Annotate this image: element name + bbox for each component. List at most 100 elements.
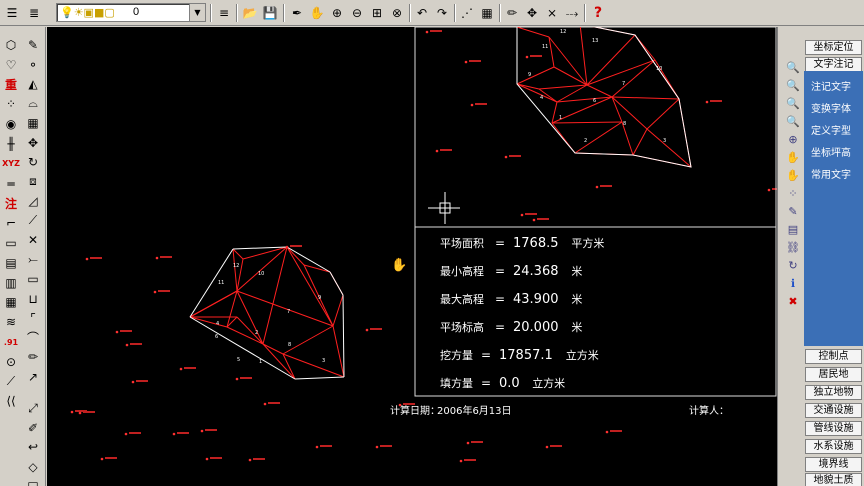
snap-icon[interactable]: ⋰	[457, 3, 477, 23]
tag-icon[interactable]: ⬡	[1, 35, 21, 55]
detail-triangulation-edge	[586, 84, 613, 98]
edit-icon[interactable]: ✎	[785, 203, 801, 219]
draw-line-icon[interactable]: ⟋	[23, 211, 43, 231]
point-icon[interactable]: ◉	[1, 114, 21, 134]
pan-icon[interactable]: ✋	[307, 3, 327, 23]
arrow-line-icon[interactable]: ↗	[23, 367, 43, 387]
stair-icon[interactable]: ▦	[1, 292, 21, 312]
zoom-all-icon[interactable]: ⊗	[387, 3, 407, 23]
layers-icon[interactable]: ☰	[2, 3, 22, 23]
zoom-icon[interactable]: ⊕	[785, 131, 801, 147]
slope-icon[interactable]: ⟋	[1, 372, 21, 392]
arch-icon[interactable]: ⌓	[23, 94, 43, 114]
heavy-label-icon[interactable]: 重	[1, 75, 21, 95]
vertical-scrollbar[interactable]	[777, 27, 782, 486]
search-icon[interactable]: 🔍	[785, 113, 801, 129]
open-icon[interactable]: 📂	[240, 3, 260, 23]
box-icon[interactable]: ▭	[23, 269, 43, 289]
scale-icon[interactable]: ⧈	[23, 172, 43, 192]
list-item-define-style[interactable]: 定义字型	[811, 126, 851, 138]
category-pipeline[interactable]: 管线设施	[805, 421, 862, 436]
fence-icon[interactable]: ▤	[1, 253, 21, 273]
category-boundary[interactable]: 境界线	[805, 457, 862, 472]
zoom-window-icon[interactable]: ⊞	[367, 3, 387, 23]
menu-icon[interactable]: ≡	[214, 3, 234, 23]
category-transportation[interactable]: 交通设施	[805, 403, 862, 418]
category-control-point[interactable]: 控制点	[805, 349, 862, 364]
chevron-down-icon[interactable]: ▼	[189, 4, 205, 21]
tray-icon[interactable]: ⊔	[23, 289, 43, 309]
arrow-double-icon[interactable]: ⤢	[23, 398, 43, 418]
ruler-icon[interactable]: ✐	[23, 418, 43, 438]
search-icon[interactable]: 🔍	[785, 95, 801, 111]
arc-icon[interactable]: ⌒	[23, 328, 43, 348]
brush-icon[interactable]: ✎	[23, 35, 43, 55]
grid-icon[interactable]: ▦	[477, 3, 497, 23]
search-icon[interactable]: 🔍	[785, 77, 801, 93]
rect-icon[interactable]: ▭	[1, 233, 21, 253]
result-unit: 米	[571, 265, 582, 278]
dots-icon[interactable]: ⁘	[1, 94, 21, 114]
road-icon[interactable]: ≋	[1, 312, 21, 332]
list-item-annotate-text[interactable]: 注记文字	[811, 82, 851, 94]
ladder-icon[interactable]: ╫	[1, 134, 21, 154]
move-icon[interactable]: ✥	[522, 3, 542, 23]
pencil-icon[interactable]: ✏	[23, 347, 43, 367]
category-independent-feature[interactable]: 独立地物	[805, 385, 862, 400]
save-icon[interactable]: 💾	[260, 3, 280, 23]
skew-icon[interactable]: ◿	[23, 191, 43, 211]
line-icon[interactable]: ═	[1, 174, 21, 194]
zoom-in-icon[interactable]: ⊕	[327, 3, 347, 23]
undo-icon[interactable]: ↶	[412, 3, 432, 23]
category-water-system[interactable]: 水系设施	[805, 439, 862, 454]
elevation-point	[365, 328, 369, 332]
link-icon[interactable]: ⛓	[785, 239, 801, 255]
corner-icon[interactable]: ⌐	[1, 213, 21, 233]
square-icon[interactable]: □	[23, 476, 43, 486]
list-item-change-font[interactable]: 变换字体	[811, 104, 851, 116]
layer-dropdown[interactable]: 💡☀▣■▢ 0 ▼	[56, 3, 206, 22]
move-icon[interactable]: ✥	[23, 133, 43, 153]
rotate-icon[interactable]: ↻	[23, 152, 43, 172]
list-item-coordinate-elevation[interactable]: 坐标坪高	[811, 148, 851, 160]
tab-text-annotation[interactable]: 文字注记	[805, 57, 862, 72]
info-icon[interactable]: ℹ	[785, 275, 801, 291]
grid-icon[interactable]: ▦	[23, 113, 43, 133]
double-line-icon[interactable]: ⟨⟨	[1, 391, 21, 411]
redo-icon[interactable]: ↷	[432, 3, 452, 23]
layer-manager-icon[interactable]: ≣	[24, 3, 44, 23]
category-residential[interactable]: 居民地	[805, 367, 862, 382]
extend-icon[interactable]: ⤏	[562, 3, 582, 23]
cross-line-icon[interactable]: ✕	[23, 230, 43, 250]
node-icon[interactable]: ⁘	[785, 185, 801, 201]
help-icon[interactable]: ?	[588, 3, 608, 23]
zoom-out-icon[interactable]: ⊖	[347, 3, 367, 23]
list-item-common-text[interactable]: 常用文字	[811, 170, 851, 182]
elevation-icon[interactable]: .91	[1, 332, 21, 352]
xyz-icon[interactable]: XYZ	[1, 154, 21, 174]
refresh-icon[interactable]: ↻	[785, 257, 801, 273]
diamond-icon[interactable]: ◇	[23, 457, 43, 477]
tab-coordinate-locate[interactable]: 坐标定位	[805, 40, 862, 55]
annotate-label-icon[interactable]: 注	[1, 193, 21, 213]
trim-icon[interactable]: ⨯	[542, 3, 562, 23]
hand-icon[interactable]: ✋	[785, 167, 801, 183]
corner-line-icon[interactable]: ⌜	[23, 308, 43, 328]
delete-icon[interactable]: ✖	[785, 293, 801, 309]
heart-icon[interactable]: ♡	[1, 55, 21, 75]
break-icon[interactable]: ⤚	[23, 250, 43, 270]
node-icon[interactable]: ⚬	[23, 55, 43, 75]
triangulation-edge	[236, 316, 264, 345]
pen-icon[interactable]: ✒	[287, 3, 307, 23]
detail-triangulation-edge	[516, 83, 558, 103]
layers-icon[interactable]: ▤	[785, 221, 801, 237]
circle-icon[interactable]: ⊙	[1, 352, 21, 372]
triangle-icon[interactable]: ◭	[23, 74, 43, 94]
drawing-canvas[interactable]: 11 12 10 9 4 7 8 6 5 1 2 3 11 12 13 10 9 7 6 4 1 2 8 3 ✋ 平场面积 = 176…	[47, 27, 777, 486]
edit-icon[interactable]: ✏	[502, 3, 522, 23]
back-arrow-icon[interactable]: ↩	[23, 437, 43, 457]
search-icon[interactable]: 🔍	[785, 59, 801, 75]
hand-icon[interactable]: ✋	[785, 149, 801, 165]
category-landform[interactable]: 地貌土质	[805, 473, 862, 486]
rail-icon[interactable]: ▥	[1, 273, 21, 293]
